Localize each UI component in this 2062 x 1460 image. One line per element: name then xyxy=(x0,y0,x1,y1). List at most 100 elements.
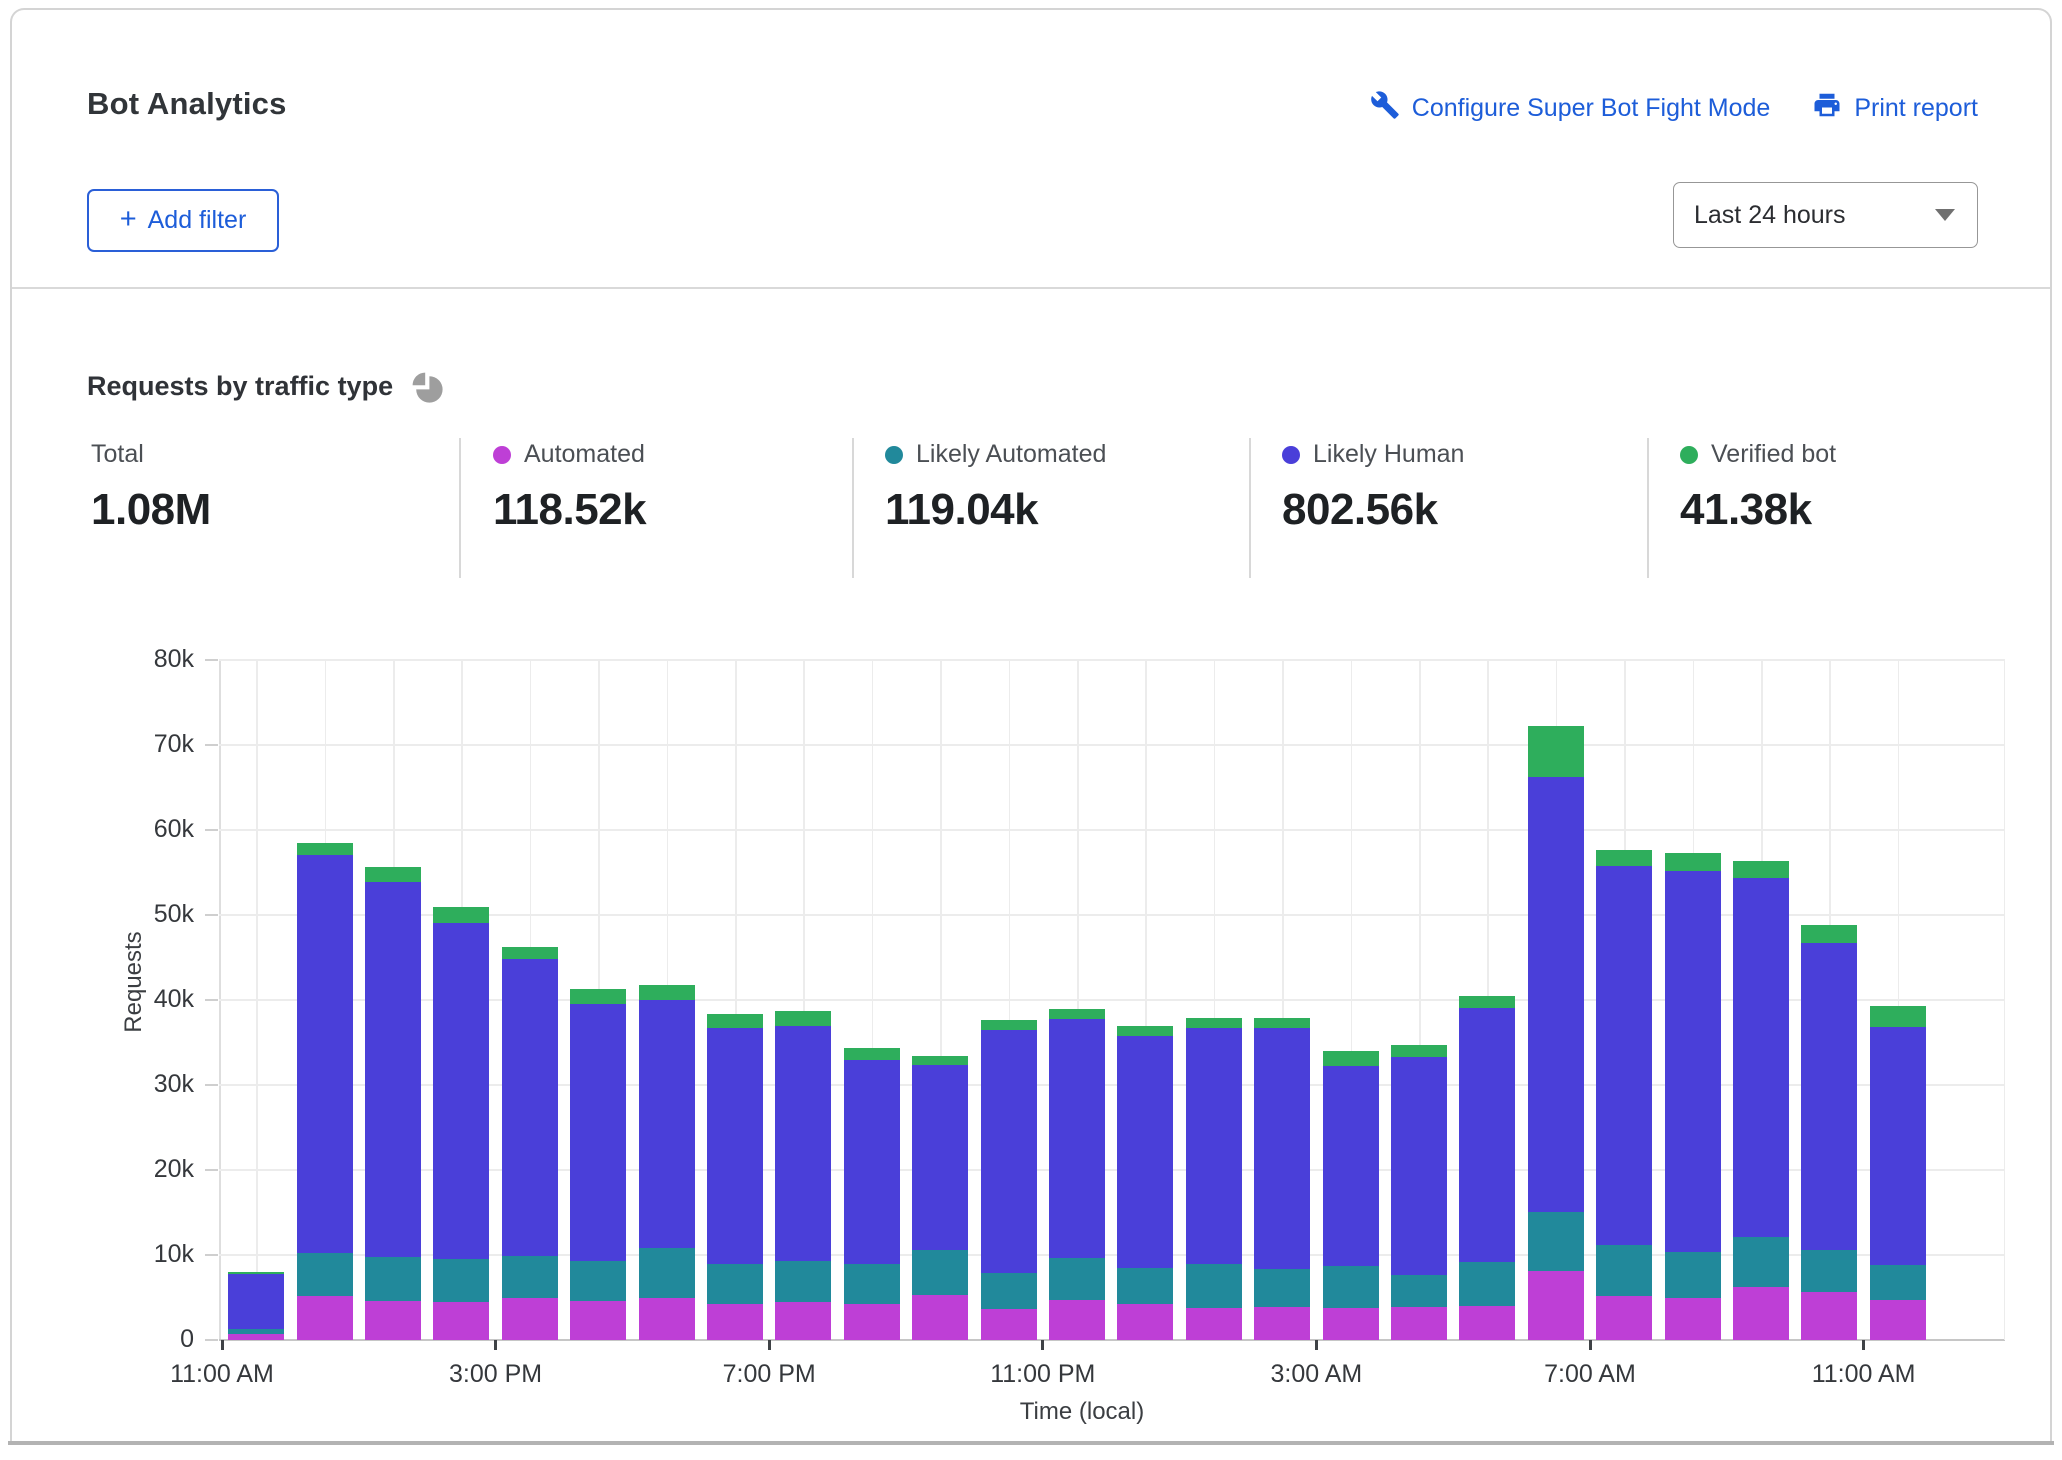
bar-segment-automated xyxy=(912,1295,968,1340)
bar-6:00 PM[interactable] xyxy=(707,660,763,1340)
x-tick-label: 7:00 AM xyxy=(1505,1360,1675,1389)
bar-11:00 PM[interactable] xyxy=(1049,660,1105,1340)
header-divider xyxy=(12,287,2050,289)
bar-6:00 AM[interactable] xyxy=(1528,660,1584,1340)
bar-11:00 AM[interactable] xyxy=(1870,660,1926,1340)
bar-segment-likely-automated xyxy=(1870,1265,1926,1300)
bar-7:00 AM[interactable] xyxy=(1596,660,1652,1340)
bar-segment-automated xyxy=(1733,1287,1789,1340)
bar-segment-likely-automated xyxy=(433,1259,489,1302)
bar-5:00 AM[interactable] xyxy=(1459,660,1515,1340)
y-axis-tick xyxy=(205,914,218,916)
bar-segment-likely-automated xyxy=(844,1264,900,1305)
stat-label: Verified bot xyxy=(1711,440,1836,469)
bar-8:00 AM[interactable] xyxy=(1665,660,1721,1340)
bar-segment-likely-automated xyxy=(639,1248,695,1297)
x-tick-label: 3:00 AM xyxy=(1231,1360,1401,1389)
print-report-link[interactable]: Print report xyxy=(1812,90,1978,127)
add-filter-button[interactable]: + Add filter xyxy=(87,189,279,252)
stat-value: 1.08M xyxy=(91,485,211,535)
x-axis-tick xyxy=(768,1340,771,1350)
bar-segment-automated xyxy=(1391,1307,1447,1340)
configure-super-bot-fight-mode-link[interactable]: Configure Super Bot Fight Mode xyxy=(1370,90,1771,127)
y-axis-tick xyxy=(205,1169,218,1171)
bar-10:00 AM[interactable] xyxy=(1801,660,1857,1340)
bar-4:00 PM[interactable] xyxy=(570,660,626,1340)
bar-segment-likely-automated xyxy=(1801,1250,1857,1293)
y-axis-tick xyxy=(205,1339,218,1341)
likely-automated-dot-icon xyxy=(885,446,903,464)
bar-segment-likely-automated xyxy=(1117,1268,1173,1305)
bar-3:00 AM[interactable] xyxy=(1323,660,1379,1340)
bar-segment-verified-bot xyxy=(433,907,489,923)
bar-segment-likely-human xyxy=(570,1004,626,1261)
y-axis-tick xyxy=(205,1254,218,1256)
gridline-vertical xyxy=(2004,660,2006,1340)
bar-1:00 AM[interactable] xyxy=(1186,660,1242,1340)
bar-segment-likely-automated xyxy=(570,1261,626,1301)
bar-9:00 AM[interactable] xyxy=(1733,660,1789,1340)
bar-segment-likely-human xyxy=(1323,1066,1379,1266)
bar-1:00 PM[interactable] xyxy=(365,660,421,1340)
bar-segment-likely-human xyxy=(1801,943,1857,1250)
bar-segment-likely-human xyxy=(639,1000,695,1248)
plot-area xyxy=(219,660,2005,1340)
time-range-value: Last 24 hours xyxy=(1694,201,1846,230)
bar-segment-likely-automated xyxy=(1254,1269,1310,1307)
bar-segment-likely-human xyxy=(1870,1027,1926,1265)
y-axis-tick xyxy=(205,829,218,831)
bar-segment-likely-automated xyxy=(1528,1212,1584,1272)
bar-5:00 PM[interactable] xyxy=(639,660,695,1340)
bar-11:00 AM[interactable] xyxy=(228,660,284,1340)
wrench-icon xyxy=(1370,90,1400,127)
bar-segment-likely-automated xyxy=(775,1261,831,1302)
bar-segment-likely-human xyxy=(502,959,558,1256)
bar-segment-automated xyxy=(775,1302,831,1340)
bar-8:00 PM[interactable] xyxy=(844,660,900,1340)
bar-2:00 AM[interactable] xyxy=(1254,660,1310,1340)
bar-segment-likely-automated xyxy=(1049,1258,1105,1300)
bar-segment-verified-bot xyxy=(502,947,558,959)
bar-segment-likely-human xyxy=(1391,1057,1447,1275)
bar-9:00 PM[interactable] xyxy=(912,660,968,1340)
bar-segment-likely-human xyxy=(1459,1008,1515,1262)
bar-7:00 PM[interactable] xyxy=(775,660,831,1340)
bar-segment-likely-human xyxy=(1186,1028,1242,1263)
bar-segment-automated xyxy=(570,1301,626,1340)
x-tick-label: 11:00 AM xyxy=(1779,1360,1949,1389)
bar-segment-likely-human xyxy=(981,1030,1037,1273)
bar-segment-automated xyxy=(1323,1308,1379,1340)
bar-12:00 AM[interactable] xyxy=(1117,660,1173,1340)
bar-segment-likely-automated xyxy=(1459,1262,1515,1307)
bar-segment-automated xyxy=(1870,1300,1926,1340)
x-tick-label: 11:00 PM xyxy=(958,1360,1128,1389)
y-tick-label: 50k xyxy=(124,900,194,929)
stat-likely-human: Likely Human 802.56k xyxy=(1282,440,1464,535)
bar-segment-verified-bot xyxy=(570,989,626,1004)
bar-10:00 PM[interactable] xyxy=(981,660,1037,1340)
bar-segment-likely-automated xyxy=(1733,1237,1789,1287)
plus-icon: + xyxy=(120,203,137,236)
bar-segment-likely-human xyxy=(1254,1028,1310,1269)
bar-3:00 PM[interactable] xyxy=(502,660,558,1340)
bar-segment-verified-bot xyxy=(1049,1009,1105,1018)
print-link-label: Print report xyxy=(1854,94,1978,123)
x-tick-label: 7:00 PM xyxy=(684,1360,854,1389)
bar-2:00 PM[interactable] xyxy=(433,660,489,1340)
bar-segment-automated xyxy=(1596,1296,1652,1340)
add-filter-label: Add filter xyxy=(148,206,247,235)
time-range-select[interactable]: Last 24 hours xyxy=(1673,182,1978,248)
bar-12:00 PM[interactable] xyxy=(297,660,353,1340)
bar-segment-verified-bot xyxy=(844,1048,900,1060)
stat-divider xyxy=(459,438,461,578)
automated-dot-icon xyxy=(493,446,511,464)
bar-segment-likely-automated xyxy=(297,1253,353,1296)
bar-4:00 AM[interactable] xyxy=(1391,660,1447,1340)
bar-segment-verified-bot xyxy=(981,1020,1037,1030)
bar-segment-verified-bot xyxy=(1733,861,1789,878)
bar-segment-automated xyxy=(1049,1300,1105,1340)
bar-segment-automated xyxy=(297,1296,353,1340)
pie-chart-icon xyxy=(409,367,445,405)
x-tick-label: 3:00 PM xyxy=(411,1360,581,1389)
printer-icon xyxy=(1812,90,1842,127)
